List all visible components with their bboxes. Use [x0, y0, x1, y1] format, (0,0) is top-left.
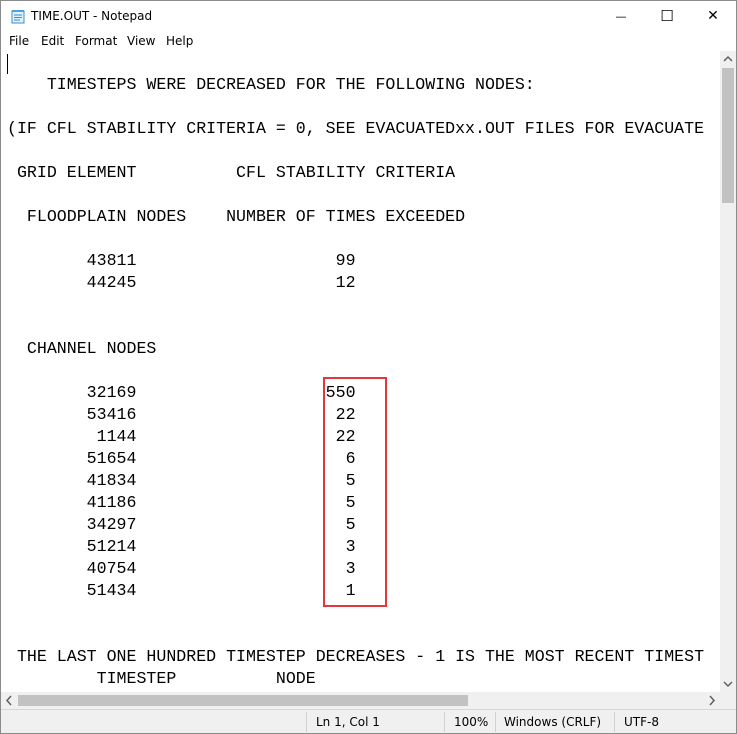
text-line: CHANNEL NODES [7, 339, 157, 358]
text-line: 34297 5 [7, 515, 356, 534]
text-line: 51214 3 [7, 537, 356, 556]
menu-help[interactable]: Help [166, 34, 193, 48]
text-line: TIMESTEP NODE [7, 669, 316, 688]
scroll-left-icon[interactable] [1, 692, 18, 709]
text-line: 44245 12 [7, 273, 356, 292]
text-line: 51654 6 [7, 449, 356, 468]
minimize-button[interactable]: — [598, 1, 644, 31]
scroll-up-icon[interactable] [720, 51, 736, 68]
status-divider [306, 712, 307, 732]
text-line: 41834 5 [7, 471, 356, 490]
text-line: 40754 3 [7, 559, 356, 578]
text-line: 43811 99 [7, 251, 356, 270]
text-editor[interactable]: TIMESTEPS WERE DECREASED FOR THE FOLLOWI… [1, 51, 720, 692]
text-line: 1144 22 [7, 427, 356, 446]
menu-view[interactable]: View [127, 34, 155, 48]
text-line: 53416 22 [7, 405, 356, 424]
title-bar[interactable]: TIME.OUT - Notepad — ☐ ✕ [1, 1, 736, 31]
encoding: UTF-8 [624, 715, 659, 729]
status-divider [444, 712, 445, 732]
text-line: (IF CFL STABILITY CRITERIA = 0, SEE EVAC… [7, 119, 705, 138]
status-bar: Ln 1, Col 1 100% Windows (CRLF) UTF-8 [1, 709, 736, 733]
text-line: TIMESTEPS WERE DECREASED FOR THE FOLLOWI… [7, 75, 535, 94]
text-caret [7, 54, 8, 74]
text-line: 51434 1 [7, 581, 356, 600]
menu-edit[interactable]: Edit [41, 34, 64, 48]
text-line: FLOODPLAIN NODES NUMBER OF TIMES EXCEEDE… [7, 207, 466, 226]
scroll-down-icon[interactable] [720, 675, 736, 692]
menu-bar: File Edit Format View Help [1, 31, 736, 51]
menu-file[interactable]: File [9, 34, 29, 48]
line-ending: Windows (CRLF) [504, 715, 602, 729]
close-icon: ✕ [707, 8, 719, 24]
minimize-icon: — [615, 9, 627, 23]
notepad-window: TIME.OUT - Notepad — ☐ ✕ File Edit Forma… [0, 0, 737, 734]
maximize-icon: ☐ [660, 7, 674, 25]
horizontal-scrollbar[interactable] [1, 692, 720, 709]
menu-format[interactable]: Format [75, 34, 117, 48]
highlight-box [323, 377, 387, 607]
status-divider [614, 712, 615, 732]
text-line: GRID ELEMENT CFL STABILITY CRITERIA [7, 163, 456, 182]
zoom-level: 100% [454, 715, 489, 729]
close-button[interactable]: ✕ [690, 1, 736, 31]
scroll-right-icon[interactable] [703, 692, 720, 709]
vertical-scroll-thumb[interactable] [722, 68, 734, 203]
maximize-button[interactable]: ☐ [644, 1, 690, 31]
text-line: 32169 550 [7, 383, 356, 402]
notepad-app-icon [11, 9, 25, 24]
text-line: THE LAST ONE HUNDRED TIMESTEP DECREASES … [7, 647, 705, 666]
horizontal-scroll-thumb[interactable] [18, 695, 468, 706]
text-line: 41186 5 [7, 493, 356, 512]
scrollbar-corner [720, 692, 736, 709]
window-title: TIME.OUT - Notepad [31, 9, 153, 23]
vertical-scrollbar[interactable] [720, 51, 736, 692]
cursor-position: Ln 1, Col 1 [316, 715, 380, 729]
status-divider [495, 712, 496, 732]
